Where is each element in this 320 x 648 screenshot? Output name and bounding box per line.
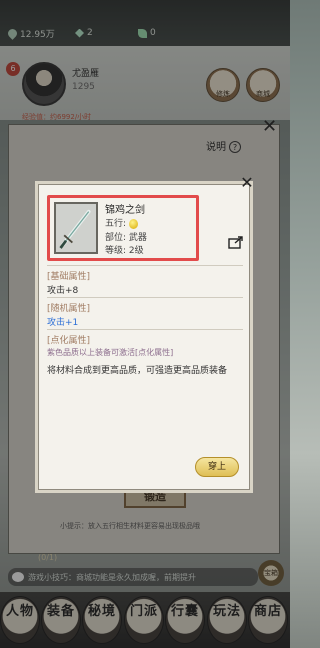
forge-note: 将材料合成到更高品质，可强造更高品质装备: [47, 366, 228, 376]
item-level: 等级: 2级: [105, 243, 144, 256]
divider: [47, 329, 243, 330]
divider: [47, 297, 243, 298]
item-element: 五行:: [105, 216, 138, 229]
element-label: 五行:: [105, 219, 127, 229]
divider: [47, 265, 243, 266]
base-attr-title: [基础属性]: [47, 272, 91, 282]
level-value: 2级: [128, 246, 144, 256]
level-label: 等级:: [105, 246, 127, 256]
slot-value: 武器: [128, 233, 147, 243]
item-name: 锦鸡之剑: [105, 205, 145, 216]
base-attr-value: 攻击+8: [47, 286, 79, 296]
equip-button[interactable]: 穿上: [195, 457, 239, 477]
enchant-attr-title: [点化属性]: [47, 336, 91, 346]
enchant-attr-note: 紫色品质以上装备可激活[点化属性]: [47, 348, 174, 357]
slot-label: 部位:: [105, 233, 127, 243]
share-icon[interactable]: [228, 235, 244, 249]
metal-element-icon: [128, 218, 138, 229]
sword-icon: [54, 202, 98, 254]
item-detail-modal: 锦鸡之剑 五行: 部位: 武器 等级: 2级 [基础属性] 攻击+8 [随机属性…: [38, 184, 250, 490]
item-slot: 部位: 武器: [105, 230, 147, 243]
random-attr-value: 攻击+1: [47, 318, 79, 328]
modal-close-icon[interactable]: ✕: [238, 174, 256, 192]
random-attr-title: [随机属性]: [47, 304, 91, 314]
item-header-highlight: 锦鸡之剑 五行: 部位: 武器 等级: 2级: [47, 195, 199, 261]
